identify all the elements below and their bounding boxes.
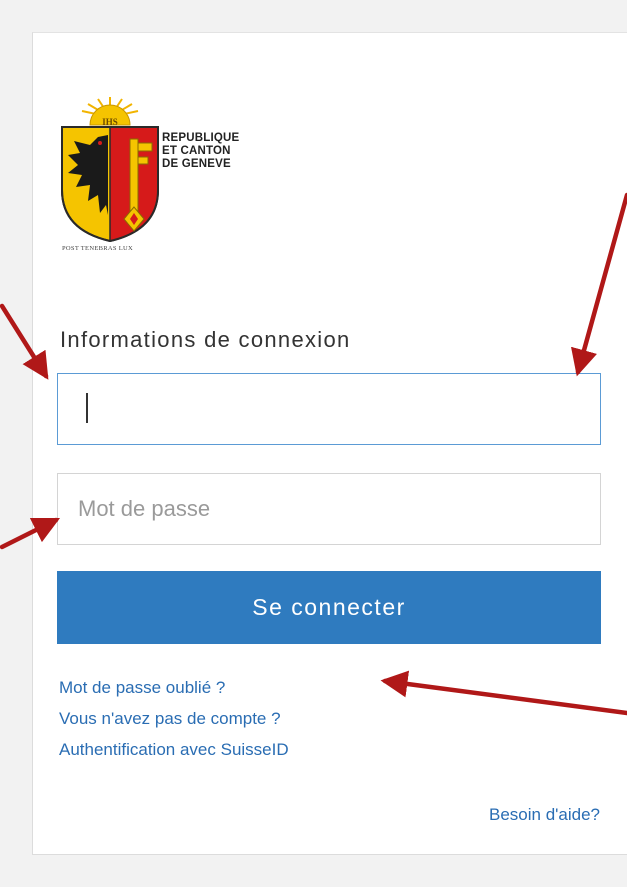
annotation-arrows: [0, 192, 627, 716]
arrow-to-password: [0, 517, 61, 550]
arrow-to-username-right: [570, 192, 627, 377]
arrow-to-forgot-link: [380, 670, 627, 716]
arrow-to-username-left: [0, 303, 49, 380]
